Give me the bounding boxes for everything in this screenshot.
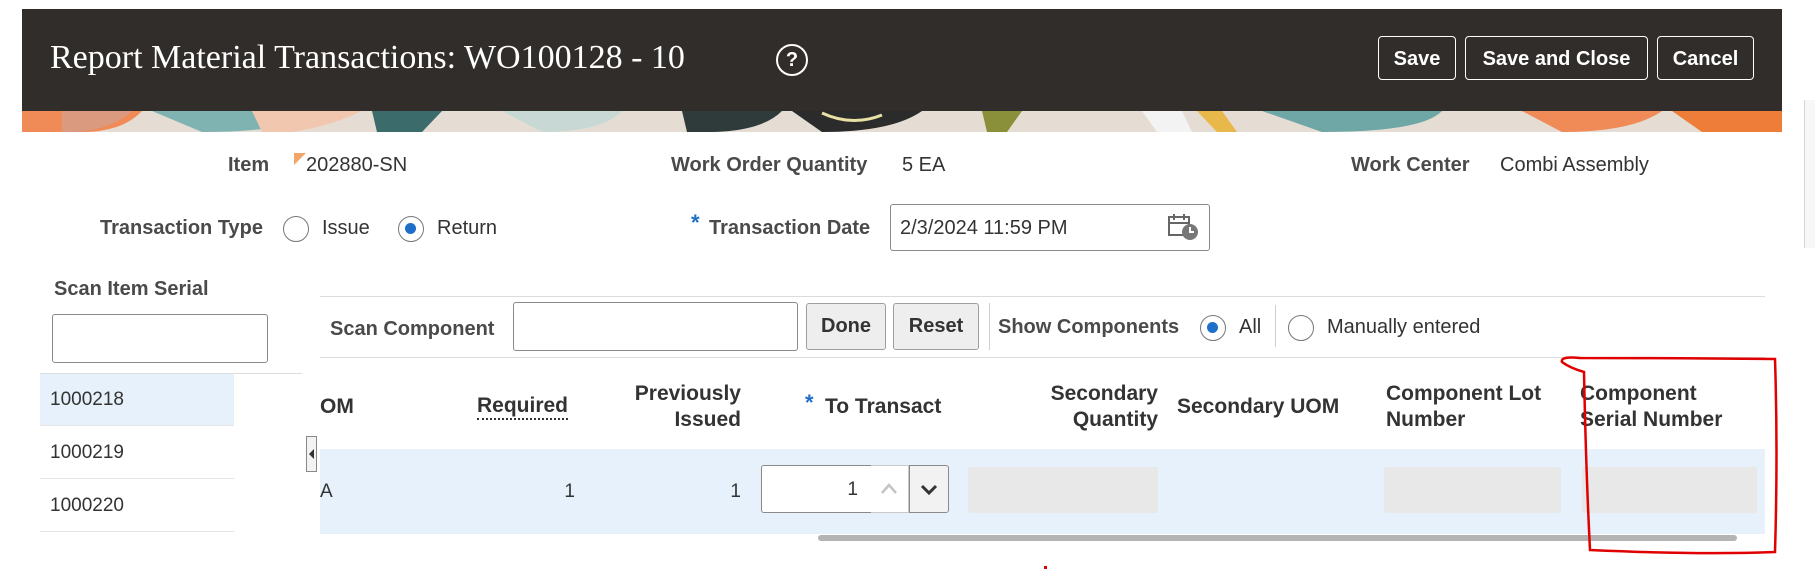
col-required[interactable]: Required — [477, 394, 569, 420]
component-lot-cell — [1384, 467, 1561, 513]
radio-all[interactable] — [1200, 315, 1226, 341]
vertical-scrollbar[interactable] — [1804, 100, 1815, 248]
transaction-type-label: Transaction Type — [100, 217, 264, 239]
scan-component-input[interactable] — [513, 302, 798, 351]
serial-list-item[interactable]: 1000220 — [40, 480, 234, 532]
radio-all-label: All — [1239, 316, 1262, 338]
work-center-label: Work Center — [1351, 154, 1470, 176]
col-component-lot-number[interactable]: Component Lot Number — [1386, 381, 1541, 433]
radio-issue[interactable] — [283, 216, 309, 242]
help-icon[interactable]: ? — [776, 44, 808, 76]
col-previously-issued-line2: Issued — [674, 408, 741, 431]
page-header: Report Material Transactions: WO100128 -… — [22, 9, 1782, 111]
work-order-quantity-value: 5 EA — [902, 154, 946, 176]
required-indicator: * — [691, 210, 700, 235]
highlight-annotation — [1560, 356, 1778, 555]
radio-manually-entered-label: Manually entered — [1327, 316, 1481, 338]
collapse-panel-handle[interactable] — [306, 436, 317, 472]
serial-list-item[interactable]: 1000218 — [40, 374, 234, 426]
divider — [320, 357, 1765, 358]
transaction-date-label: Transaction Date — [709, 217, 871, 239]
cell-uom: A — [320, 481, 333, 502]
divider — [320, 296, 1765, 297]
save-and-close-button[interactable]: Save and Close — [1465, 36, 1648, 80]
work-center-value: Combi Assembly — [1500, 154, 1649, 176]
transaction-date-field[interactable]: 2/3/2024 11:59 PM — [890, 204, 1210, 251]
scan-item-serial-input[interactable] — [52, 314, 268, 363]
to-transact-input[interactable]: 1 — [761, 465, 871, 513]
serial-list-item[interactable]: 1000219 — [40, 427, 234, 479]
col-secondary-uom[interactable]: Secondary UOM — [1177, 394, 1339, 420]
col-secondary-quantity[interactable]: Secondary Quantity — [1020, 381, 1158, 433]
chevron-up-icon — [881, 483, 897, 494]
item-value: 202880-SN — [306, 154, 408, 176]
col-previously-issued[interactable]: Previously Issued — [610, 381, 741, 433]
radio-return[interactable] — [398, 216, 424, 242]
page-title: Report Material Transactions: WO100128 -… — [50, 39, 685, 76]
col-component-lot-number-line2: Number — [1386, 408, 1466, 431]
reset-button[interactable]: Reset — [893, 303, 979, 350]
scan-component-label: Scan Component — [330, 318, 495, 340]
annotation-mark — [1044, 566, 1047, 569]
col-to-transact[interactable]: To Transact — [825, 394, 941, 420]
col-secondary-quantity-line2: Quantity — [1072, 408, 1158, 431]
secondary-quantity-cell — [968, 467, 1158, 513]
show-components-label: Show Components — [998, 316, 1180, 338]
work-order-quantity-label: Work Order Quantity — [671, 154, 868, 176]
col-secondary-quantity-line1: Secondary — [1050, 382, 1158, 405]
chevron-left-icon — [309, 449, 314, 459]
table-header-row: OM Required Previously Issued * To Trans… — [320, 367, 1765, 449]
warning-flag-icon — [294, 153, 306, 165]
divider — [1275, 305, 1276, 347]
scan-item-serial-label: Scan Item Serial — [54, 278, 209, 300]
done-button[interactable]: Done — [806, 303, 886, 350]
col-previously-issued-line1: Previously — [634, 382, 741, 405]
required-indicator: * — [805, 390, 814, 415]
item-label: Item — [228, 154, 270, 176]
cancel-button[interactable]: Cancel — [1657, 36, 1754, 80]
radio-issue-label: Issue — [322, 217, 370, 239]
radio-manually-entered[interactable] — [1288, 315, 1314, 341]
col-component-lot-number-line1: Component Lot — [1386, 382, 1542, 405]
radio-return-label: Return — [437, 217, 498, 239]
to-transact-value: 1 — [847, 479, 858, 500]
decrement-button[interactable] — [909, 465, 949, 513]
cell-previously-issued: 1 — [730, 481, 741, 502]
save-button[interactable]: Save — [1378, 36, 1456, 80]
increment-button[interactable] — [871, 465, 909, 513]
calendar-icon[interactable] — [1167, 213, 1199, 241]
chevron-down-icon — [920, 484, 938, 496]
col-uom[interactable]: OM — [320, 394, 354, 420]
cell-required: 1 — [564, 481, 575, 502]
table-row[interactable]: A 1 1 1 — [320, 449, 1765, 534]
decorative-banner — [22, 111, 1782, 132]
transaction-date-value: 2/3/2024 11:59 PM — [900, 217, 1068, 239]
divider — [989, 303, 990, 350]
